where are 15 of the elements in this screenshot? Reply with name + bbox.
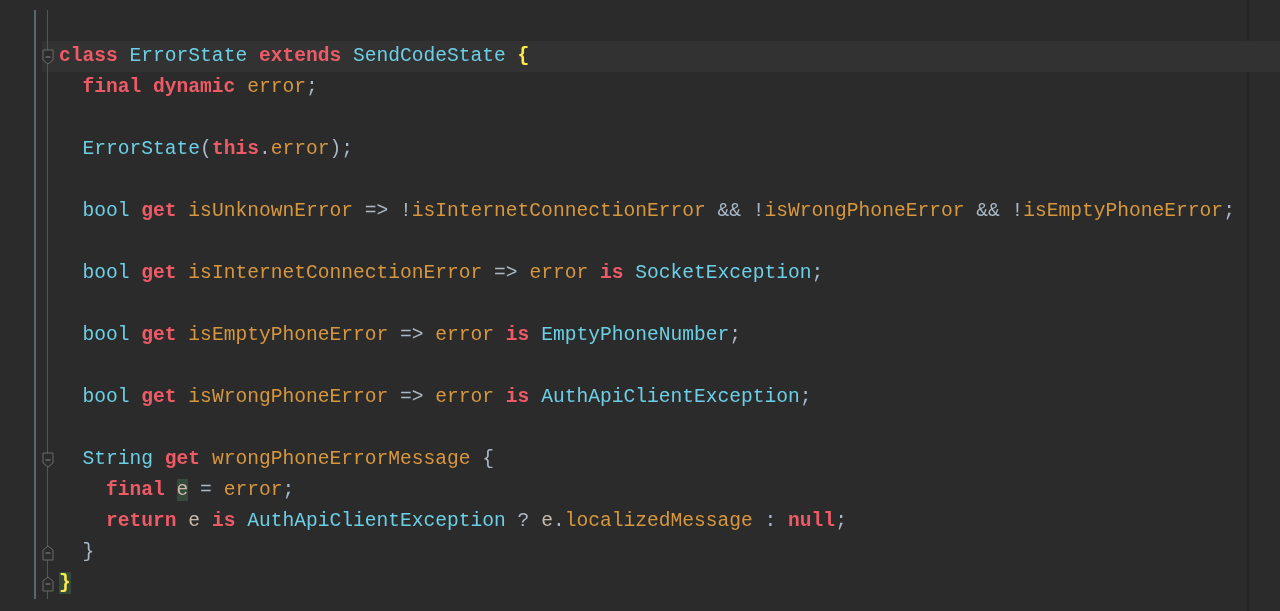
fold-icon[interactable]	[42, 48, 54, 65]
code-line: bool get isUnknownError => !isInternetConnectionError && !isWrongPhoneError && !isEmptyPhoneError;	[81, 199, 1235, 224]
code-line: String get wrongPhoneErrorMessage {	[81, 447, 495, 472]
code-line: }	[81, 540, 95, 565]
code-line: class ErrorState extends SendCodeState {	[59, 44, 530, 69]
code-line: ErrorState(this.error);	[81, 137, 353, 162]
code-line: final dynamic error;	[81, 75, 318, 100]
fold-icon[interactable]	[42, 544, 54, 561]
fold-icon[interactable]	[42, 575, 54, 592]
code-line: bool get isWrongPhoneError => error is AuthApiClientException;	[81, 385, 812, 410]
code-line: final e = error;	[105, 478, 295, 503]
code-line: return e is AuthApiClientException ? e.localizedMessage : null;	[105, 509, 847, 534]
code-line: bool get isInternetConnectionError => error is SocketException;	[81, 261, 824, 286]
fold-icon[interactable]	[42, 451, 54, 468]
code-line: bool get isEmptyPhoneError => error is EmptyPhoneNumber;	[81, 323, 742, 348]
